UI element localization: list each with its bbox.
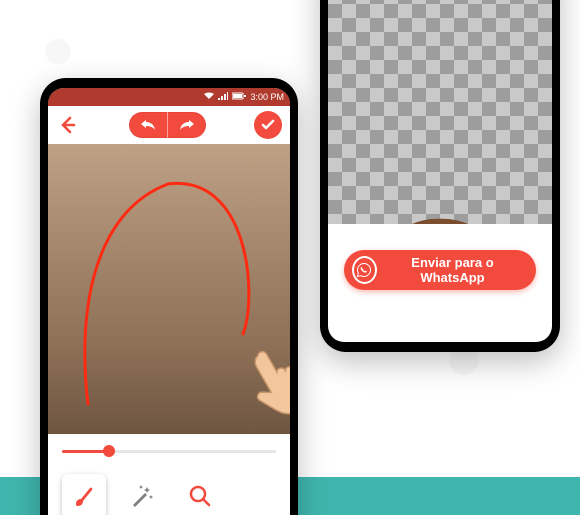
redo-button[interactable]	[168, 112, 206, 138]
pointing-hand-icon	[248, 344, 290, 424]
phone-result-frame: Enviar para o WhatsApp	[320, 0, 560, 352]
phone-editor-screen: 3:00 PM	[48, 88, 290, 515]
brush-size-slider[interactable]	[62, 450, 276, 453]
phone-result-screen: Enviar para o WhatsApp	[328, 0, 552, 342]
redo-icon	[177, 118, 197, 132]
editor-toolbar	[48, 106, 290, 144]
share-area: Enviar para o WhatsApp	[328, 224, 552, 316]
editor-canvas[interactable]	[48, 144, 290, 434]
status-time: 3:00 PM	[250, 92, 284, 102]
send-to-whatsapp-button[interactable]: Enviar para o WhatsApp	[344, 250, 536, 290]
magic-wand-icon	[129, 483, 155, 509]
wifi-icon	[204, 92, 214, 102]
brush-size-slider-row	[48, 434, 290, 468]
magnifier-icon	[187, 483, 213, 509]
transparent-canvas	[328, 0, 552, 224]
brush-tool[interactable]	[62, 474, 106, 515]
arrow-left-icon	[58, 115, 78, 135]
brush-icon	[71, 483, 97, 509]
confirm-button[interactable]	[254, 111, 282, 139]
slider-thumb[interactable]	[103, 445, 115, 457]
undo-icon	[138, 118, 158, 132]
battery-icon	[232, 92, 246, 102]
zoom-tool[interactable]	[178, 474, 222, 515]
slider-fill	[62, 450, 109, 453]
check-icon	[260, 117, 276, 133]
undo-redo-group	[129, 112, 206, 138]
phone-editor-frame: 3:00 PM	[40, 78, 298, 515]
back-button[interactable]	[56, 113, 80, 137]
status-bar: 3:00 PM	[48, 88, 290, 106]
send-to-whatsapp-label: Enviar para o WhatsApp	[387, 255, 518, 285]
signal-icon	[218, 92, 228, 102]
undo-button[interactable]	[129, 112, 167, 138]
tools-row	[48, 468, 290, 515]
lasso-selection-path	[48, 144, 290, 434]
cutout-sticker	[340, 0, 540, 206]
magic-wand-tool[interactable]	[120, 474, 164, 515]
whatsapp-icon	[352, 256, 377, 284]
